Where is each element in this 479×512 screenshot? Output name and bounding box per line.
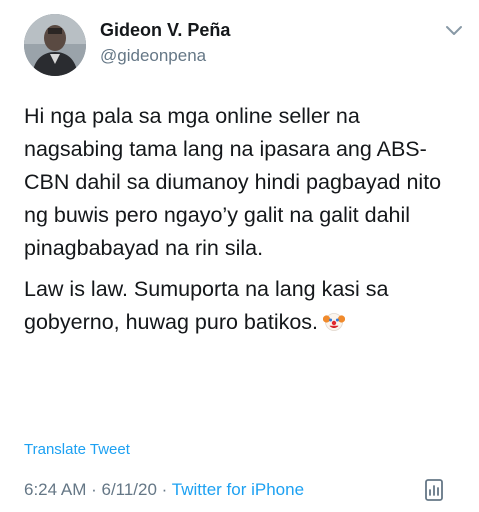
meta-separator: · <box>156 480 172 499</box>
tweet-paragraph-1: Hi nga pala sa mga online seller na nags… <box>24 104 442 260</box>
tweet-source-link[interactable]: Twitter for iPhone <box>172 480 304 499</box>
tweet-header: Gideon V. Peña @gideonpena <box>24 12 464 82</box>
tweet-paragraph-2: Law is law. Sumuporta na lang kasi sa go… <box>24 273 464 339</box>
meta-separator: · <box>86 480 102 499</box>
tweet-text: Hi nga pala sa mga online seller na nags… <box>24 100 464 347</box>
avatar[interactable] <box>24 14 86 76</box>
avatar-photo <box>24 14 86 76</box>
tweet-time: 6:24 AM <box>24 480 87 499</box>
analytics-icon[interactable] <box>420 476 448 504</box>
tweet-date: 6/11/20 <box>101 480 157 499</box>
author-name[interactable]: Gideon V. Peña <box>100 20 230 41</box>
chevron-down-icon[interactable] <box>444 24 464 38</box>
clown-face-icon <box>322 309 346 331</box>
author-handle[interactable]: @gideonpena <box>100 46 206 66</box>
translate-tweet-link[interactable]: Translate Tweet <box>24 441 130 458</box>
tweet-meta: 6:24 AM · 6/11/20 · Twitter for iPhone <box>24 480 304 500</box>
